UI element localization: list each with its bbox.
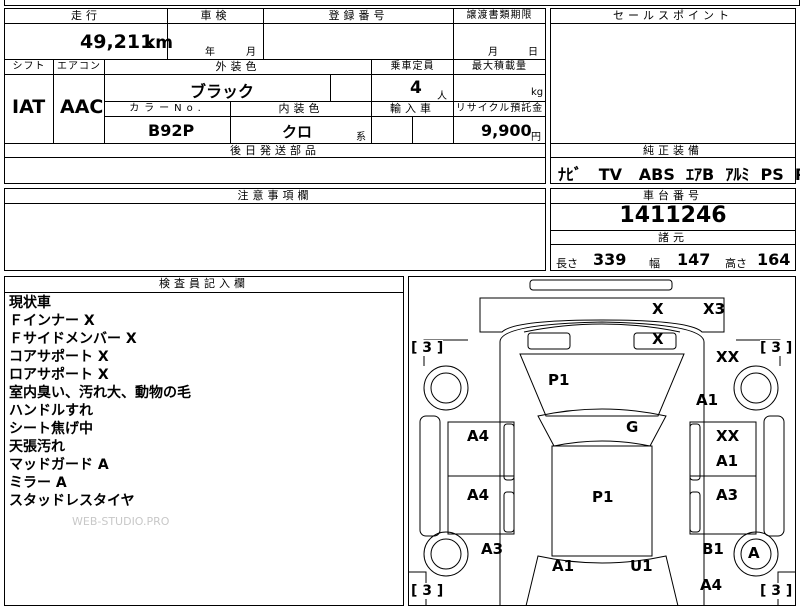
spec-length-label: 長さ [556,257,578,270]
transfer-header: 譲渡書類期限 [453,8,546,24]
inspection-month-label: 月 [246,47,256,58]
top-strip [4,0,800,6]
shift-value: IAT [12,96,46,118]
mark-right-front-door-2: A1 [716,452,739,470]
exterior-color-extra [330,74,372,102]
exterior-color-header: 外装色 [104,59,372,75]
mark-front-top: X [652,300,664,318]
aircon-header: エアコン [53,59,105,75]
mark-left-front-door: A4 [467,427,490,445]
import-cell-b [412,116,454,144]
mark-front-inner: X [652,330,664,348]
spec-width-label: 幅 [649,257,660,270]
equip-navi: ﾅﾋﾞ [558,165,583,184]
color-no-value: B92P [148,121,195,140]
equip-abs: ABS [638,165,675,184]
sales-point-header: セールスポイント [550,8,796,24]
mark-front-right-corner: X3 [703,300,726,318]
equip-pw: PW [795,165,800,184]
inspector-notes-header: 検査員記入欄 [4,276,404,293]
genuine-equipment-header: 純正装備 [550,143,796,158]
interior-color-value: クロ [282,123,313,141]
capacity-header: 乗車定員 [371,59,454,75]
mark-roof: P1 [592,488,614,506]
note-line: マッドガード A [9,457,109,473]
tread-rear-left: [ 3 ] [411,583,444,599]
mark-right-rear-quarter: B1 [702,540,724,558]
spec-length-value: 339 [593,250,627,269]
genuine-equipment-list: ﾅﾋﾞ TV ABS ｴｱB ｱﾙﾐ PS PW [558,161,800,185]
mark-right-rear-wheel: A [748,544,760,562]
tread-front-left: [ 3 ] [411,340,444,356]
note-line: 室内臭い、汚れ大、動物の毛 [9,385,191,401]
note-line: シート焦げ中 [9,421,93,437]
spec-width-value: 147 [677,250,711,269]
spec-height-value: 164 [757,250,791,269]
tread-front-right: [ 3 ] [760,340,793,356]
registration-cell [263,23,454,60]
mark-hood: P1 [548,371,570,389]
exterior-color-value: ブラック [190,82,255,101]
note-line: 現状車 [9,295,51,311]
equip-tv: TV [598,165,623,184]
tread-rear-right: [ 3 ] [760,583,793,599]
equip-ps: PS [760,165,784,184]
mileage-header: 走行 [4,8,168,24]
note-line: 天張汚れ [9,439,65,455]
capacity-value: 4 [410,78,422,98]
recycle-value: 9,900 [481,121,532,140]
mark-left-rear-quarter: A3 [481,540,504,558]
tread-front-left-value: 3 [422,340,433,356]
note-line: ハンドルすれ [9,403,93,419]
max-load-unit: kg [531,87,544,98]
equip-alloy: ｱﾙﾐ [725,165,750,184]
import-header: 輸入車 [371,101,454,117]
note-line: ロアサポート X [9,367,109,383]
registration-header: 登録番号 [263,8,454,24]
mark-right-front-door-1: XX [716,427,740,445]
chassis-number-value: 1411246 [619,203,727,228]
shift-header: シフト [4,59,54,75]
transfer-day-label: 日 [528,47,538,58]
mark-rear-right-corner: A4 [700,576,723,594]
specs-header: 諸元 [550,230,796,245]
color-no-header: カラーNo. [104,101,231,117]
spec-height-label: 高さ [725,257,747,270]
import-cell-a [371,116,413,144]
note-line: Ｆインナー X [9,313,95,329]
caution-header: 注意事項欄 [4,188,546,204]
inspection-header: 車検 [167,8,264,24]
note-line: Ｆサイドメンバー X [9,331,137,347]
later-parts-header: 後日発送部品 [4,143,546,158]
note-line: スタッドレスタイヤ [9,493,135,509]
later-parts-cell [4,157,546,184]
inspection-year-label: 年 [205,47,215,58]
recycle-header: リサイクル預託金 [453,101,546,117]
mark-rear-right: U1 [630,557,653,575]
interior-color-header: 内装色 [230,101,372,117]
interior-color-suffix: 系 [356,132,366,143]
mark-right-front-fender: A1 [696,391,719,409]
max-load-header: 最大積載量 [453,59,546,75]
transfer-month-label: 月 [488,47,498,58]
equip-airbag: ｴｱB [686,165,715,184]
tread-front-right-value: 3 [771,340,782,356]
chassis-number-header: 車台番号 [550,188,796,204]
mileage-value: 49,211 [80,31,154,53]
mark-right-rear-door: A3 [716,486,739,504]
tread-rear-right-value: 3 [771,583,782,599]
aircon-value: AAC [60,96,104,118]
tread-rear-left-value: 3 [422,583,433,599]
note-line: コアサポート X [9,349,109,365]
mark-rear-left: A1 [552,557,575,575]
capacity-unit: 人 [437,91,447,102]
watermark: WEB-STUDIO.PRO [72,515,170,528]
mark-windshield: G [626,418,639,436]
recycle-unit: 円 [531,132,541,143]
mark-left-rear-door: A4 [467,486,490,504]
note-line: ミラー A [9,475,67,491]
mark-right-front-fender-top: XX [716,348,740,366]
